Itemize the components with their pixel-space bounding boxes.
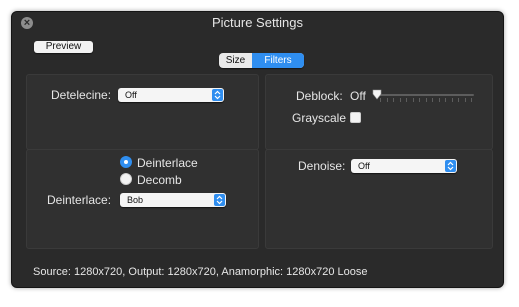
slider-tick bbox=[464, 98, 466, 102]
status-text: Source: 1280x720, Output: 1280x720, Anam… bbox=[33, 266, 368, 278]
decomb-radio-label: Decomb bbox=[137, 173, 182, 187]
picture-settings-window: × Picture Settings Preview Size Filters … bbox=[11, 11, 504, 288]
slider-tick bbox=[425, 98, 427, 102]
slider-tick bbox=[419, 98, 420, 102]
deblock-slider-track[interactable] bbox=[376, 94, 474, 96]
denoise-popup[interactable]: Off bbox=[351, 159, 457, 173]
slider-tick bbox=[458, 98, 459, 102]
slider-tick bbox=[406, 98, 407, 102]
tab-segmented-control: Size Filters bbox=[219, 53, 304, 68]
detelecine-panel bbox=[26, 74, 259, 150]
slider-tick bbox=[445, 98, 446, 102]
deblock-label: Deblock: bbox=[296, 89, 343, 103]
slider-tick bbox=[393, 98, 394, 102]
grayscale-label: Grayscale bbox=[292, 111, 347, 125]
deinterlace-popup[interactable]: Bob bbox=[120, 193, 226, 207]
deblock-value: Off bbox=[350, 89, 366, 103]
tab-filters[interactable]: Filters bbox=[252, 53, 304, 68]
detelecine-label: Detelecine: bbox=[51, 88, 112, 102]
popup-arrows-icon bbox=[445, 160, 456, 172]
slider-tick bbox=[471, 98, 472, 102]
slider-tick bbox=[432, 98, 433, 102]
popup-arrows-icon bbox=[214, 194, 225, 206]
slider-tick bbox=[386, 98, 388, 102]
slider-tick bbox=[412, 98, 414, 102]
grayscale-checkbox[interactable] bbox=[350, 112, 361, 123]
detelecine-popup[interactable]: Off bbox=[118, 88, 224, 102]
popup-arrows-icon bbox=[212, 89, 223, 101]
deinterlace-radio-label: Deinterlace bbox=[137, 156, 198, 170]
slider-tick bbox=[438, 98, 440, 102]
denoise-label: Denoise: bbox=[298, 159, 346, 173]
window-title: Picture Settings bbox=[211, 15, 304, 30]
deinterlace-label: Deinterlace: bbox=[47, 193, 112, 207]
tab-size[interactable]: Size bbox=[219, 53, 252, 68]
preview-button[interactable]: Preview bbox=[34, 41, 93, 53]
deinterlace-radio[interactable] bbox=[120, 156, 132, 168]
slider-tick bbox=[380, 98, 381, 102]
slider-tick bbox=[399, 98, 401, 102]
slider-tick bbox=[451, 98, 453, 102]
deinterlace-value: Bob bbox=[127, 195, 144, 205]
denoise-value: Off bbox=[358, 161, 370, 171]
detelecine-value: Off bbox=[125, 90, 137, 100]
decomb-radio[interactable] bbox=[120, 173, 132, 185]
title-bar: × Picture Settings bbox=[12, 12, 503, 34]
